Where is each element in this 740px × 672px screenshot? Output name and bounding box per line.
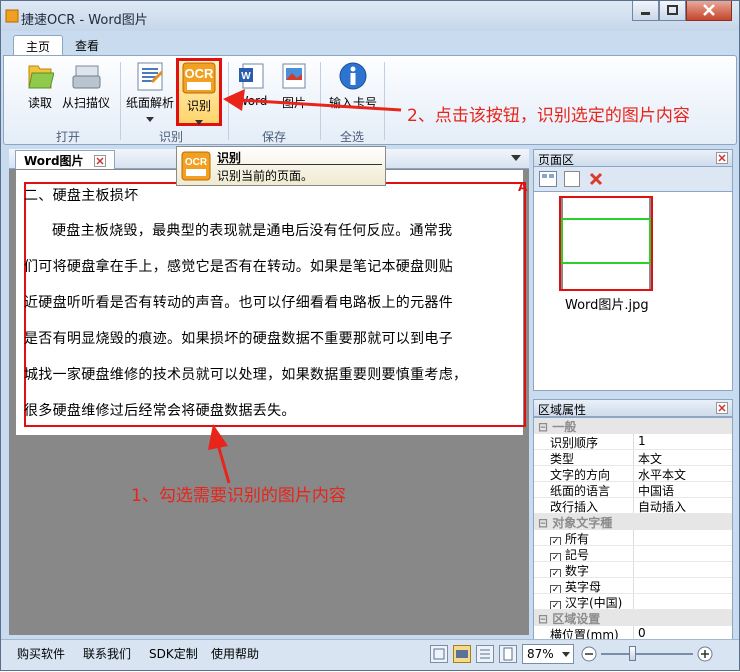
annotation-step1: 1、勾选需要识别的图片内容 <box>131 486 346 506</box>
step2-arrowhead <box>223 89 245 111</box>
step2-arrow <box>238 98 402 112</box>
annotation-step2: 2、点击该按钮，识别选定的图片内容 <box>407 106 690 126</box>
step1-arrowhead <box>208 424 228 450</box>
app-window: 捷速OCR - Word图片 主页 查看 读取 从扫描仪 纸面解析 OCR 识别 <box>0 0 740 671</box>
